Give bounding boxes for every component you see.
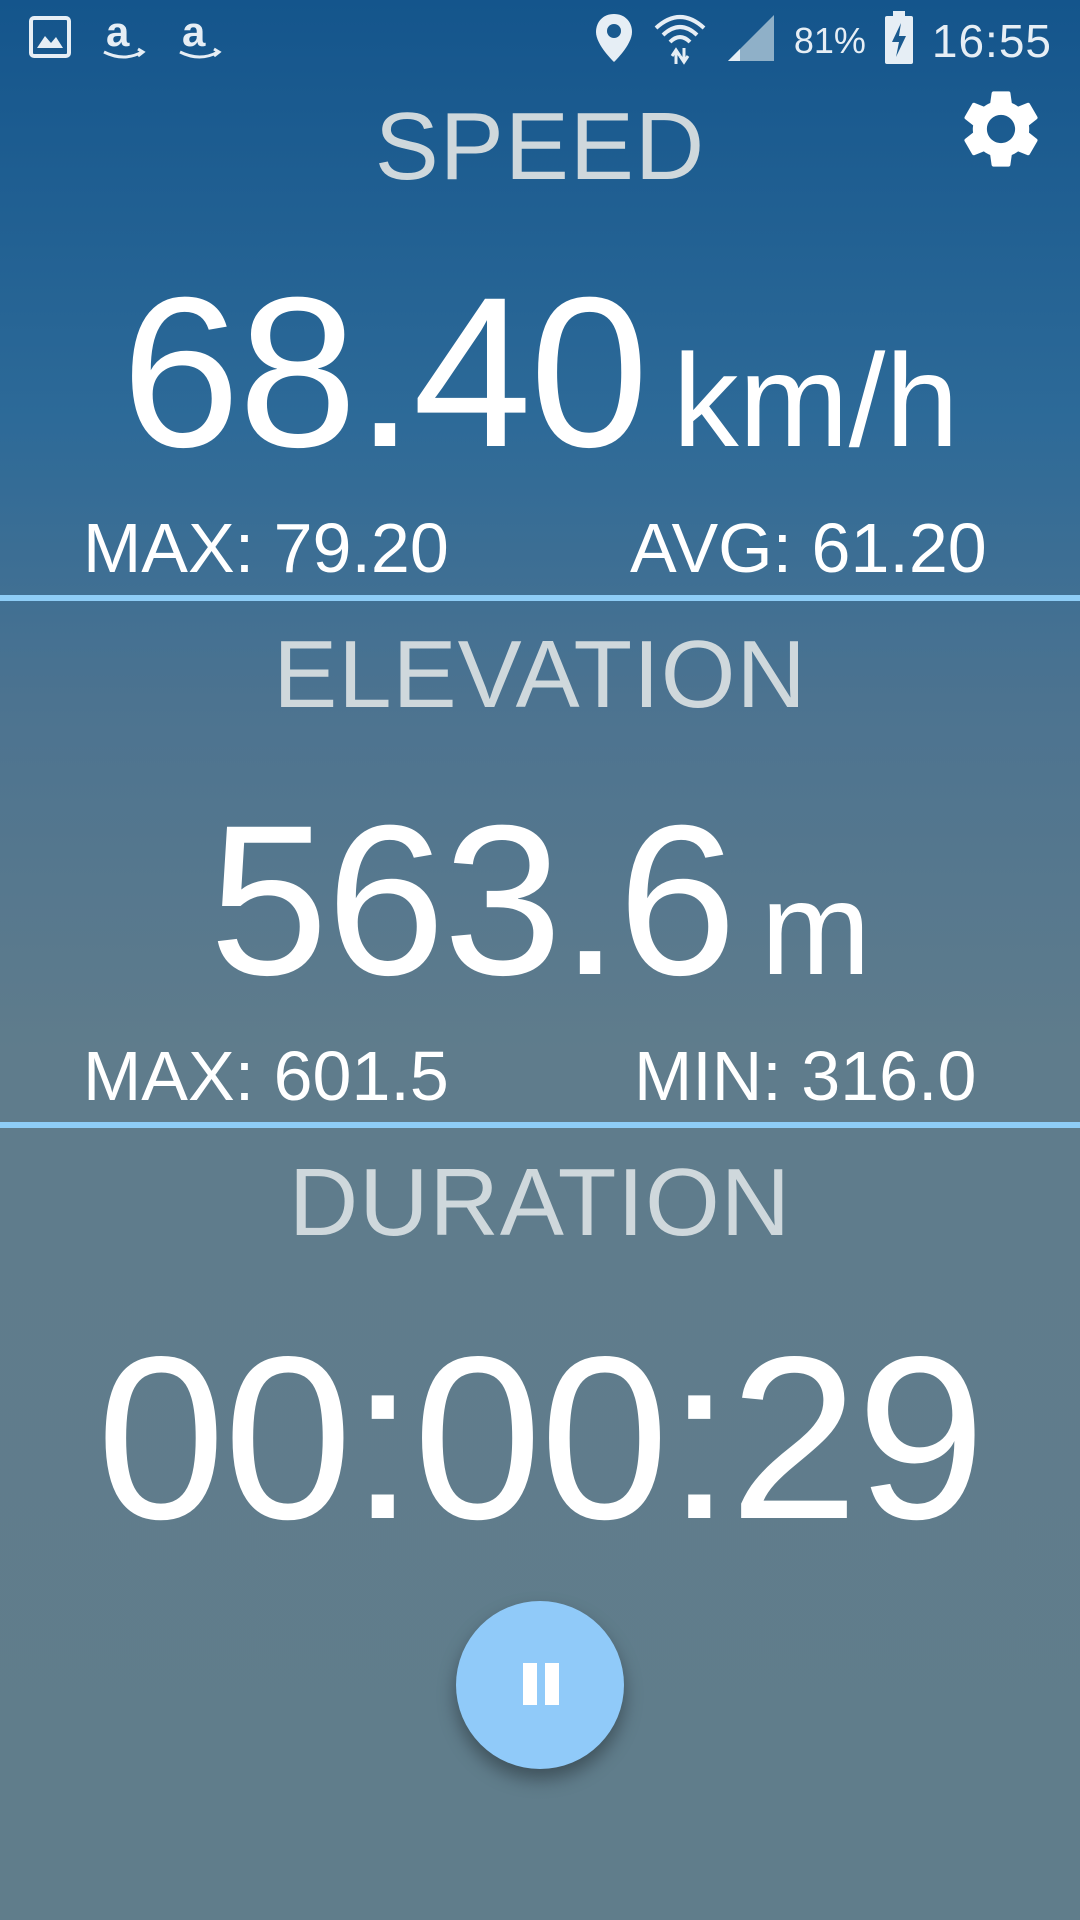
- elevation-value: 563.6: [209, 781, 737, 1020]
- pause-button[interactable]: [456, 1601, 624, 1769]
- divider: [0, 595, 1080, 601]
- battery-charging-icon: [884, 11, 914, 70]
- elevation-max: MAX: 601.5: [83, 1037, 449, 1115]
- duration-value: 00:00:29: [96, 1309, 985, 1568]
- notification-icons: a a: [28, 8, 224, 67]
- elevation-title: ELEVATION: [273, 621, 807, 728]
- svg-text:a: a: [106, 12, 130, 55]
- speed-unit: km/h: [672, 327, 959, 474]
- gallery-icon: [28, 15, 72, 64]
- amazon-icon: a: [176, 8, 224, 67]
- divider: [0, 1122, 1080, 1128]
- speed-value: 68.40: [121, 253, 649, 492]
- duration-title: DURATION: [288, 1149, 792, 1256]
- amazon-icon: a: [100, 8, 148, 67]
- signal-icon: [726, 13, 776, 68]
- elevation-readout: 563.6 m: [0, 778, 1080, 1024]
- svg-text:a: a: [182, 12, 206, 55]
- speed-avg: AVG: 61.20: [630, 509, 987, 587]
- location-icon: [594, 12, 634, 69]
- battery-percent: 81%: [793, 19, 866, 61]
- system-icons: 81% 16:55: [594, 10, 1052, 71]
- status-bar: a a 81% 16:55: [0, 0, 1080, 76]
- speed-title: SPEED: [374, 93, 706, 200]
- clock: 16:55: [931, 14, 1052, 67]
- speed-max: MAX: 79.20: [83, 509, 449, 587]
- elevation-min: MIN: 316.0: [634, 1037, 977, 1115]
- wifi-icon: [652, 10, 708, 71]
- elevation-unit: m: [760, 855, 871, 1002]
- speed-readout: 68.40 km/h: [0, 250, 1080, 496]
